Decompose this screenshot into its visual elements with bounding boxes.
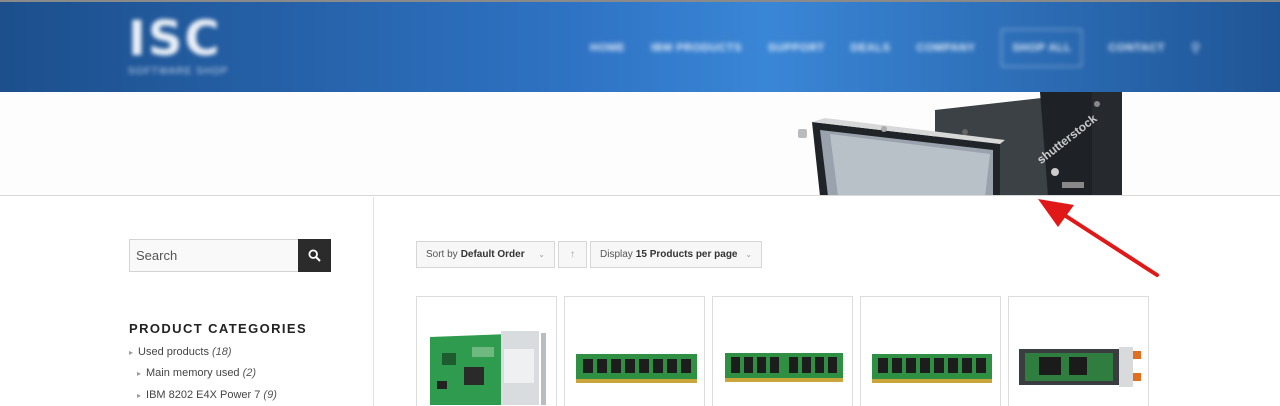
annotation-arrow [1038, 199, 1159, 277]
